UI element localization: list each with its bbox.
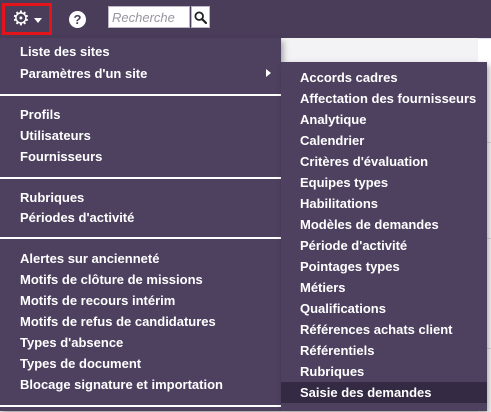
help-button[interactable]: ?: [69, 11, 86, 28]
magnifier-icon: [194, 10, 207, 24]
search-input[interactable]: [108, 6, 190, 28]
menu-item-motifs-cloture[interactable]: Motifs de clôture de missions: [0, 269, 281, 290]
search-button[interactable]: [191, 6, 210, 28]
submenu-item-equipes-types[interactable]: Equipes types: [281, 172, 487, 193]
menu-item-parametres-site[interactable]: Paramètres d'un site: [0, 63, 281, 84]
chevron-right-icon: [266, 69, 271, 77]
submenu-item-metiers[interactable]: Métiers: [281, 277, 487, 298]
menu-divider: [0, 177, 281, 179]
submenu-item-periode-activite[interactable]: Période d'activité: [281, 235, 487, 256]
submenu-item-accords-cadres[interactable]: Accords cadres: [281, 67, 487, 88]
settings-menu-button[interactable]: ⚙: [2, 3, 52, 35]
submenu-item-affectation-fournisseurs[interactable]: Affectation des fournisseurs: [281, 88, 487, 109]
top-navigation-bar: ⚙ ?: [0, 0, 491, 38]
menu-divider: [0, 237, 281, 239]
caret-down-icon: [33, 17, 42, 23]
menu-divider: [0, 405, 281, 407]
menu-item-types-document[interactable]: Types de document: [0, 353, 281, 374]
submenu-item-referentiels[interactable]: Référentiels: [281, 340, 487, 361]
menu-item-fournisseurs[interactable]: Fournisseurs: [0, 146, 281, 167]
menu-item-blocage-signature[interactable]: Blocage signature et importation: [0, 374, 281, 395]
menu-item-utilisateurs[interactable]: Utilisateurs: [0, 125, 281, 146]
submenu-item-habilitations[interactable]: Habilitations: [281, 193, 487, 214]
submenu-item-references-achats[interactable]: Références achats client: [281, 319, 487, 340]
menu-item-motifs-recours[interactable]: Motifs de recours intérim: [0, 290, 281, 311]
submenu-item-modeles-demandes[interactable]: Modèles de demandes: [281, 214, 487, 235]
menu-divider: [0, 94, 281, 96]
gear-icon: ⚙: [12, 8, 30, 30]
menu-item-motifs-refus[interactable]: Motifs de refus de candidatures: [0, 311, 281, 332]
menu-item-profils[interactable]: Profils: [0, 104, 281, 125]
menu-item-rubriques[interactable]: Rubriques: [0, 187, 281, 208]
submenu-item-criteres-evaluation[interactable]: Critères d'évaluation: [281, 151, 487, 172]
submenu-item-pointages-types[interactable]: Pointages types: [281, 256, 487, 277]
submenu-item-calendrier[interactable]: Calendrier: [281, 130, 487, 151]
submenu-item-qualifications[interactable]: Qualifications: [281, 298, 487, 319]
menu-item-liste-des-sites[interactable]: Liste des sites: [0, 41, 281, 62]
submenu-item-rubriques[interactable]: Rubriques: [281, 361, 487, 382]
question-icon: ?: [73, 12, 82, 27]
menu-item-types-absence[interactable]: Types d'absence: [0, 332, 281, 353]
settings-dropdown-menu: Liste des sites Paramètres d'un site Pro…: [0, 38, 281, 411]
menu-item-periodes-activite[interactable]: Périodes d'activité: [0, 207, 281, 228]
menu-item-alertes-anciennete[interactable]: Alertes sur ancienneté: [0, 248, 281, 269]
site-parameters-submenu: Accords cadres Affectation des fournisse…: [281, 62, 487, 411]
submenu-item-analytique[interactable]: Analytique: [281, 109, 487, 130]
submenu-item-saisie-demandes[interactable]: Saisie des demandes: [281, 382, 487, 403]
